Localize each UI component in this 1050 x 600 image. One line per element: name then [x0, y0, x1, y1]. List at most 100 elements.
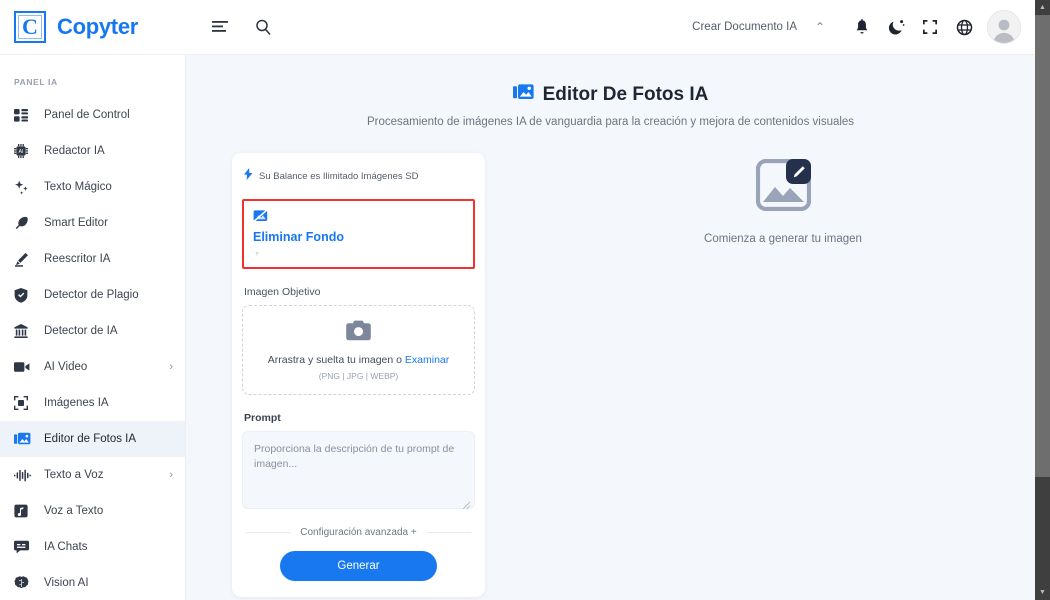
- page-title-text: Editor De Fotos IA: [542, 84, 709, 105]
- sidebar-item-label: Panel de Control: [44, 109, 130, 121]
- divider-right: [425, 532, 472, 533]
- avatar[interactable]: [987, 10, 1021, 44]
- moon-icon[interactable]: [879, 10, 913, 44]
- sidebar-item-detector-de-plagio[interactable]: Detector de Plagio: [0, 277, 185, 313]
- sidebar-item-ai-video[interactable]: AI Video ›: [0, 349, 185, 385]
- tool-selector-label: Eliminar Fondo: [253, 230, 344, 244]
- brand-name: Copyter: [57, 14, 139, 39]
- header-left-icons: [212, 19, 272, 36]
- scrollbar-up-arrow[interactable]: ▲: [1035, 0, 1050, 15]
- sidebar-item-label: Vision AI: [44, 577, 89, 589]
- vertical-scrollbar[interactable]: ▲ ▼: [1035, 0, 1050, 600]
- sidebar-item-label: AI Video: [44, 361, 88, 373]
- sidebar-heading: PANEL IA: [14, 77, 58, 87]
- advanced-settings-toggle[interactable]: Configuración avanzada +: [300, 527, 416, 538]
- sidebar-item-label: Redactor IA: [44, 145, 105, 157]
- sidebar: PANEL IA Panel de Control AI Redactor IA…: [0, 55, 186, 600]
- editor-control-card: Su Balance es Ilimitado Imágenes SD Elim…: [232, 153, 485, 597]
- camera-icon: [346, 320, 371, 346]
- sidebar-item-texto-a-voz[interactable]: Texto a Voz ›: [0, 457, 185, 493]
- top-header: C Copyter Crear Documento IA ⌃: [0, 0, 1035, 55]
- pencil-icon: [14, 252, 36, 267]
- sidebar-item-label: Smart Editor: [44, 217, 108, 229]
- sidebar-item-arrow: ›: [169, 361, 173, 373]
- chip-ai-icon: AI: [14, 144, 36, 158]
- sidebar-item-label: Detector de Plagio: [44, 289, 139, 301]
- target-image-label: Imagen Objetivo: [244, 286, 321, 298]
- sparkles-icon: [14, 180, 36, 195]
- svg-text:AI: AI: [19, 149, 24, 155]
- sidebar-item-vision-ai[interactable]: Vision AI: [0, 565, 185, 600]
- sidebar-item-label: Reescritor IA: [44, 253, 111, 265]
- video-camera-icon: [14, 361, 36, 373]
- sidebar-item-label: Imágenes IA: [44, 397, 109, 409]
- logo-letter: C: [22, 14, 38, 39]
- fullscreen-icon[interactable]: [913, 10, 947, 44]
- divider-left: [246, 532, 292, 533]
- sidebar-item-smart-editor[interactable]: Smart Editor: [0, 205, 185, 241]
- bell-icon[interactable]: [845, 10, 879, 44]
- page-header: Editor De Fotos IA Procesamiento de imág…: [186, 55, 1035, 128]
- lightning-bolt-icon: [244, 167, 253, 185]
- prompt-label: Prompt: [244, 412, 281, 424]
- preview-column: Comienza a generar tu imagen: [531, 153, 1035, 597]
- page-title: Editor De Fotos IA: [186, 83, 1035, 107]
- sidebar-item-ia-chats[interactable]: IA Chats: [0, 529, 185, 565]
- advanced-settings-row: Configuración avanzada +: [242, 527, 475, 538]
- search-icon[interactable]: [255, 19, 272, 36]
- dropzone-formats: (PNG | JPG | WEBP): [318, 370, 399, 381]
- menu-align-icon[interactable]: [212, 20, 229, 35]
- image-dropzone[interactable]: Arrastra y suelta tu imagen o Examinar (…: [242, 305, 475, 395]
- scrollbar-down-arrow[interactable]: ▼: [1035, 585, 1050, 600]
- content-columns: Su Balance es Ilimitado Imágenes SD Elim…: [186, 128, 1035, 597]
- logo-mark: C: [14, 11, 46, 43]
- sidebar-item-label: Texto a Voz: [44, 469, 104, 481]
- app-window: C Copyter Crear Documento IA ⌃ PANEL IA …: [0, 0, 1050, 600]
- tool-selector-highlight[interactable]: Eliminar Fondo ▾: [242, 199, 475, 269]
- sidebar-item-editor-de-fotos-ia[interactable]: Editor de Fotos IA: [0, 421, 185, 457]
- sidebar-item-detector-de-ia[interactable]: Detector de IA: [0, 313, 185, 349]
- header-right-actions: Crear Documento IA ⌃: [692, 10, 1035, 44]
- sidebar-item-arrow: ›: [169, 469, 173, 481]
- image-frame-icon: [14, 396, 36, 410]
- sidebar-item-label: Voz a Texto: [44, 505, 104, 517]
- generate-button[interactable]: Generar: [280, 551, 437, 581]
- bank-scan-icon: [14, 324, 36, 338]
- sidebar-item-texto-magico[interactable]: Texto Mágico: [0, 169, 185, 205]
- waveform-icon: [14, 469, 36, 482]
- chat-bubble-icon: [14, 540, 36, 554]
- chevron-down-icon[interactable]: ▾: [253, 250, 464, 258]
- brain-icon: [14, 576, 36, 590]
- sidebar-item-reescritor-ia[interactable]: Reescritor IA: [0, 241, 185, 277]
- prompt-input[interactable]: Proporciona la descripción de tu prompt …: [242, 431, 475, 510]
- balance-text: Su Balance es Ilimitado Imágenes SD: [259, 170, 419, 182]
- prompt-placeholder: Proporciona la descripción de tu prompt …: [254, 443, 455, 471]
- left-column: Su Balance es Ilimitado Imágenes SD Elim…: [186, 153, 531, 597]
- feather-icon: [14, 216, 36, 231]
- globe-icon[interactable]: [947, 10, 981, 44]
- sidebar-item-label: Editor de Fotos IA: [44, 433, 137, 445]
- scrollbar-thumb[interactable]: [1035, 15, 1050, 477]
- chevron-up-icon[interactable]: ⌃: [807, 20, 833, 34]
- photo-edit-icon: [512, 83, 534, 107]
- sidebar-item-imagenes-ia[interactable]: Imágenes IA: [0, 385, 185, 421]
- create-document-button[interactable]: Crear Documento IA: [692, 21, 797, 33]
- sidebar-item-label: Texto Mágico: [44, 181, 112, 193]
- page-subtitle: Procesamiento de imágenes IA de vanguard…: [366, 116, 855, 128]
- sidebar-item-voz-a-texto[interactable]: Voz a Texto: [0, 493, 185, 529]
- sidebar-item-label: Detector de IA: [44, 325, 118, 337]
- brand-logo[interactable]: C Copyter: [0, 0, 186, 55]
- preview-caption: Comienza a generar tu imagen: [704, 233, 862, 245]
- browse-link[interactable]: Examinar: [405, 354, 449, 366]
- dropzone-main-text: Arrastra y suelta tu imagen o: [267, 353, 405, 366]
- resize-handle-icon[interactable]: [462, 497, 471, 510]
- dropzone-text: Arrastra y suelta tu imagen o Examinar: [268, 354, 450, 366]
- shield-check-icon: [14, 287, 36, 303]
- sidebar-item-panel-de-control[interactable]: Panel de Control: [0, 97, 185, 133]
- sidebar-item-label: IA Chats: [44, 541, 88, 553]
- sidebar-item-redactor-ia[interactable]: AI Redactor IA: [0, 133, 185, 169]
- photo-edit-icon: [14, 432, 36, 446]
- audio-note-icon: [14, 504, 36, 518]
- image-edit-placeholder-icon: [755, 158, 811, 216]
- dashboard-icon: [14, 108, 36, 122]
